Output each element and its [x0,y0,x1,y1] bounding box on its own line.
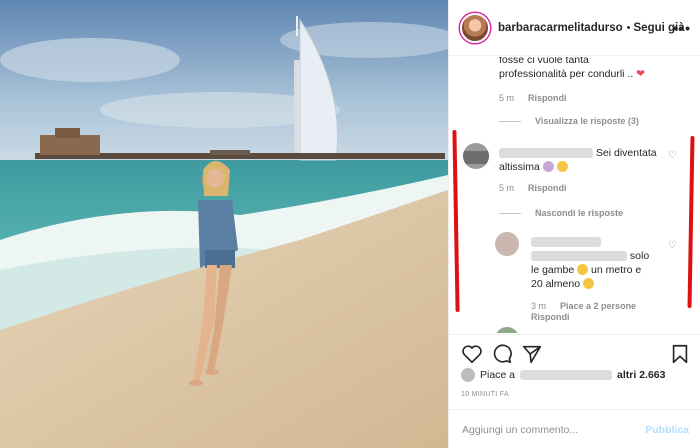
comment-2-avatar[interactable] [495,232,519,256]
comment-2-meta: 3 m Piace a 2 persone [531,301,636,311]
comment-1-text: Sei diventata [595,147,657,159]
comment-2-line2b: un metro e [591,264,642,276]
comment-2-line3: 20 almeno [531,278,581,290]
post-photo[interactable] [0,0,448,448]
next-comment-avatar[interactable] [495,327,519,333]
view-replies-label: Visualizza le risposte (3) [535,116,639,126]
divider [499,120,521,122]
add-comment-bar: Aggiungi un commento... Pubblica [449,409,700,448]
post-timestamp: 10 MINUTI FA [461,391,509,398]
separator-dot: • [626,21,631,34]
comment-1-reply-button[interactable]: Rispondi [528,183,567,193]
more-options-icon[interactable]: ••• [673,20,691,36]
comment-2-line2: le gambe [531,264,575,276]
publish-button[interactable]: Pubblica [645,424,689,436]
blurred-username [499,148,593,159]
like-comment-2-icon[interactable]: ♡ [668,240,677,251]
bookmark-icon[interactable] [669,343,691,365]
likes-prefix: Piace a [480,369,516,381]
comments-list[interactable]: fosse ci vuole tanta professionalità per… [449,57,700,333]
comment-icon[interactable] [491,343,513,365]
avatar[interactable] [460,12,490,43]
comment-1-time: 5 m [499,183,515,193]
view-replies-button[interactable]: Visualizza le risposte (3) [499,116,639,126]
comment-2: solo le gambe un metro e 20 almeno [531,235,671,291]
divider [499,212,521,214]
blurred-username [531,237,601,248]
comment-2-time: 3 m [531,301,547,311]
username-link[interactable]: barbaracarmelitadurso [498,22,623,34]
heart-icon[interactable] [461,343,483,365]
post-panel: barbaracarmelitadurso • Segui già ••• fo… [448,0,700,448]
comment-0-line2: professionalità per condurli .. [499,68,634,80]
emoji-laughing [556,161,568,172]
liker-avatar [461,368,475,382]
red-heart-emoji: ❤ [636,68,645,80]
comment-1-avatar[interactable] [463,143,489,169]
emoji-grin [582,278,594,289]
hide-replies-label: Nascondi le risposte [535,208,624,218]
comment-2-likes[interactable]: Piace a 2 persone [560,301,636,311]
post-header: barbaracarmelitadurso • Segui già ••• [449,0,700,56]
comment-0-reply-button[interactable]: Rispondi [528,93,567,103]
comment-2-text: solo [629,250,650,262]
likes-count: altri 2.663 [617,369,666,381]
comment-1-line2: altissima [499,161,540,173]
share-icon[interactable] [521,343,543,365]
emoji-woman-bowing [542,161,554,172]
blurred-liker [520,370,613,380]
like-comment-1-icon[interactable]: ♡ [668,150,677,161]
comment-1-meta: 5 m Rispondi [499,183,567,193]
comment-input[interactable]: Aggiungi un commento... [462,424,578,436]
comment-0-line2-row: professionalità per condurli .. ❤ [499,67,689,81]
comment-2-reply-button[interactable]: Rispondi [531,312,570,322]
comment-0-line1: fosse ci vuole tanta [499,57,589,66]
emoji-face [577,264,589,275]
comment-0-meta: 5 m Rispondi [499,93,567,103]
comment-1: Sei diventata altissima [499,146,675,174]
likes-summary[interactable]: Piace a altri 2.663 [461,368,665,382]
hide-replies-button[interactable]: Nascondi le risposte [499,208,623,218]
comment-0: fosse ci vuole tanta professionalità per… [499,57,689,81]
blurred-mention [531,251,627,262]
comment-2-reply-row: Rispondi [531,312,570,322]
comment-0-time: 5 m [499,93,515,103]
